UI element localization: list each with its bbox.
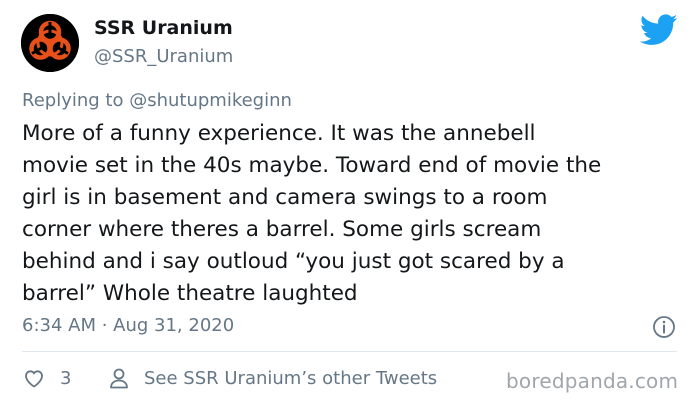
other-tweets-label: See SSR Uranium’s other Tweets — [144, 367, 438, 389]
reply-context: Replying to @shutupmikeginn — [22, 90, 292, 111]
reply-mention-link[interactable]: @shutupmikeginn — [129, 90, 292, 111]
watermark: boredpanda.com — [506, 369, 679, 393]
other-tweets-link[interactable]: See SSR Uranium’s other Tweets — [108, 366, 437, 390]
avatar[interactable] — [21, 14, 79, 72]
tweet-body-line: barrel” Whole theatre laughted — [22, 281, 358, 306]
author-handle[interactable]: @SSR_Uranium — [94, 46, 233, 67]
divider — [22, 351, 677, 352]
twitter-bird-icon[interactable] — [640, 13, 678, 47]
tweet-body-line: movie set in the 40s maybe. Toward end o… — [22, 153, 602, 178]
tweet-timestamp[interactable]: 6:34 AM · Aug 31, 2020 — [22, 315, 234, 336]
author-name[interactable]: SSR Uranium — [94, 17, 233, 39]
like-button[interactable]: 3 — [22, 366, 71, 390]
like-count: 3 — [60, 367, 72, 389]
heart-icon — [25, 370, 43, 388]
info-icon[interactable] — [652, 315, 676, 339]
tweet-body-line: behind and i say outloud “you just got s… — [22, 249, 565, 274]
person-icon — [110, 368, 128, 389]
reply-prefix: Replying to — [22, 90, 130, 111]
biohazard-icon — [21, 14, 79, 72]
tweet-body-line: More of a funny experience. It was the a… — [22, 121, 536, 146]
tweet-body-line: girl is in basement and camera swings to… — [22, 185, 548, 210]
tweet-body: More of a funny experience. It was the a… — [22, 118, 672, 310]
tweet-body-line: corner where theres a barrel. Some girls… — [22, 217, 542, 242]
